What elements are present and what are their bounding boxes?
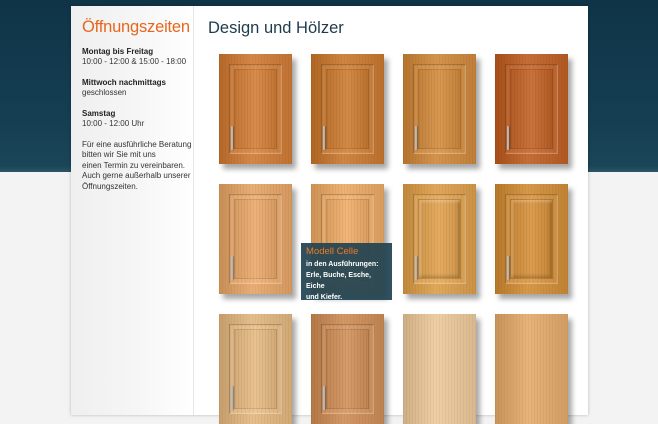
hours-label: Montag bis Freitag: [82, 47, 154, 56]
door-thumbnail[interactable]: [219, 54, 292, 164]
opening-hours-list: Montag bis Freitag 10:00 - 12:00 & 15:00…: [82, 47, 194, 139]
hours-value: 10:00 - 12:00 & 15:00 - 18:00: [82, 57, 187, 67]
sidebar-title: Öffnungszeiten: [82, 18, 190, 36]
door-handle: [323, 386, 325, 410]
door-panel: [418, 199, 461, 279]
hours-value: 10:00 - 12:00 Uhr: [82, 119, 145, 129]
hours-label: Samstag: [82, 108, 116, 118]
door-panel: [418, 69, 461, 149]
tooltip-body: Erle, Buche, Esche, Eiche und Kiefer.: [306, 270, 391, 303]
tooltip-subtitle: in den Ausführungen:: [306, 261, 379, 268]
door-handle: [507, 126, 509, 150]
door-thumbnail[interactable]: [403, 184, 476, 294]
door-handle: [323, 126, 325, 150]
hours-entry: Montag bis Freitag 10:00 - 12:00 & 15:00…: [82, 47, 194, 68]
door-panel: [326, 329, 369, 409]
door-panel: [234, 199, 277, 279]
note-line: Auch gerne außerhalb unserer: [82, 171, 191, 181]
door-thumbnail[interactable]: [311, 54, 384, 164]
door-thumbnail[interactable]: [219, 314, 292, 424]
door-panel: [234, 69, 277, 149]
door-thumbnail[interactable]: [311, 314, 384, 424]
door-thumbnail[interactable]: [403, 314, 476, 424]
door-thumbnail[interactable]: [219, 184, 292, 294]
door-handle: [415, 126, 417, 150]
hours-label: Mittwoch nachmittags: [82, 77, 167, 87]
door-panel: [234, 329, 277, 409]
opening-hours-sidebar: Öffnungszeiten Montag bis Freitag 10:00 …: [71, 6, 194, 415]
note-line: einen Termin zu vereinbaren.: [82, 160, 186, 170]
model-tooltip: Modell Celle in den Ausführungen: Erle, …: [301, 243, 392, 303]
note-line: bitten wir Sie mit uns: [82, 150, 156, 160]
door-handle: [231, 126, 233, 150]
note-line: Für eine ausführliche Beratung: [82, 140, 192, 149]
tooltip-body-line: Erle, Buche, Esche, Eiche: [306, 272, 371, 290]
door-thumbnail[interactable]: [495, 54, 568, 164]
door-panel: [510, 199, 553, 279]
door-panel: [326, 69, 369, 149]
door-handle: [231, 386, 233, 410]
note-line: Öffnungszeiten.: [82, 181, 138, 191]
hours-entry: Mittwoch nachmittags geschlossen: [82, 78, 194, 99]
door-handle: [415, 256, 417, 280]
door-panel: [510, 69, 553, 149]
door-thumbnail[interactable]: [403, 54, 476, 164]
consultation-note: Für eine ausführliche Beratung bitten wi…: [82, 140, 194, 192]
tooltip-title: Modell Celle: [306, 246, 359, 257]
door-thumbnail[interactable]: [495, 184, 568, 294]
door-handle: [507, 256, 509, 280]
door-thumbnail[interactable]: [495, 314, 568, 424]
hours-entry: Samstag 10:00 - 12:00 Uhr: [82, 109, 194, 130]
page-title: Design und Hölzer: [208, 19, 344, 37]
tooltip-body-line: und Kiefer.: [306, 294, 343, 301]
door-handle: [231, 256, 233, 280]
hours-value: geschlossen: [82, 88, 127, 98]
